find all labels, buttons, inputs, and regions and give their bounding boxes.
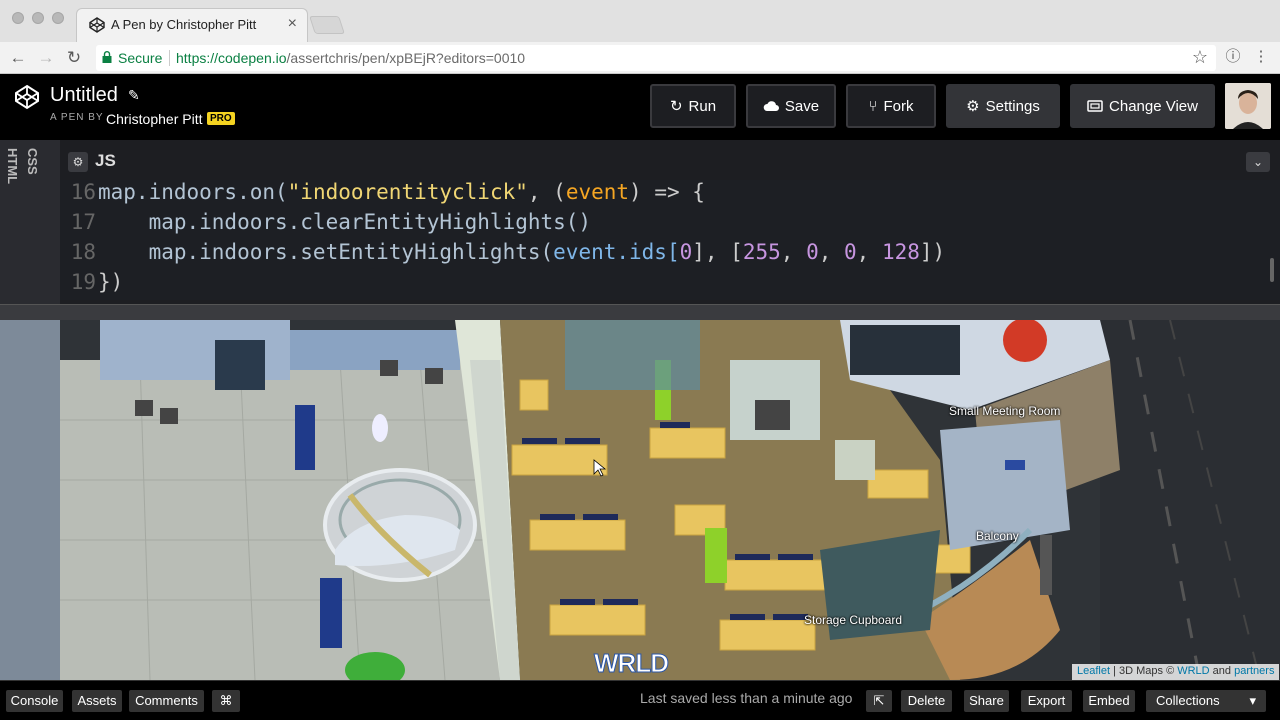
address-bar: ← → ↻ Secure https://codepen.io/assertch… [0, 42, 1280, 74]
editor-resize-handle[interactable] [0, 304, 1280, 320]
embed-button[interactable]: Embed [1083, 690, 1135, 712]
js-panel-title: JS [95, 151, 116, 170]
change-view-button-label: Change View [1109, 97, 1198, 115]
back-icon[interactable]: ← [6, 46, 30, 70]
console-button[interactable]: Console [6, 690, 63, 712]
codepen-footer: Console Assets Comments ⌘ Last saved les… [0, 680, 1280, 720]
code-line: 17 map.indoors.clearEntityHighlights() [70, 210, 592, 234]
save-button-label: Save [784, 97, 820, 115]
edit-title-pencil-icon[interactable]: ✎ [128, 87, 140, 104]
fork-icon: ⑂ [868, 97, 878, 115]
run-button[interactable]: ↻ Run [650, 84, 736, 128]
assets-button[interactable]: Assets [72, 690, 122, 712]
share-button[interactable]: Share [964, 690, 1009, 712]
avatar[interactable] [1225, 83, 1271, 129]
lock-icon [102, 51, 112, 63]
label-storage-cupboard: Storage Cupboard [804, 613, 903, 627]
js-code-editor[interactable]: 16map.indoors.on("indoorentityclick", (e… [60, 180, 1280, 300]
url-text: https://codepen.io/assertchris/pen/xpBEj… [176, 50, 526, 66]
tab-close-icon[interactable]: × [288, 15, 297, 33]
bookmark-star-icon[interactable]: ☆ [1192, 47, 1208, 68]
url-divider [169, 50, 170, 66]
map-attribution: Leaflet | 3D Maps © WRLD and partners [1072, 664, 1280, 680]
reload-icon[interactable]: ↻ [62, 46, 86, 70]
collections-label: Collections [1156, 693, 1220, 708]
run-refresh-icon: ↻ [669, 98, 683, 115]
tab-title: A Pen by Christopher Pitt [111, 17, 257, 32]
fork-button[interactable]: ⑂ Fork [846, 84, 936, 128]
comments-button[interactable]: Comments [129, 690, 204, 712]
author-name[interactable]: Christopher Pitt [106, 111, 202, 127]
panel-options-chevron-icon[interactable]: ⌄ [1246, 152, 1270, 172]
code-line: 19}) [70, 270, 124, 294]
map-preview[interactable]: Small Meeting Room Balcony Storage Cupbo… [0, 320, 1280, 680]
open-external-icon[interactable]: ⇱ [866, 690, 892, 712]
collapsed-editor-tabs: HTML CSS [0, 140, 60, 304]
label-small-meeting-room: Small Meeting Room [949, 404, 1061, 418]
settings-button[interactable]: ⚙ Settings [946, 84, 1060, 128]
browser-menu-icon[interactable]: ⋮ [1250, 46, 1272, 68]
partners-link[interactable]: partners [1234, 665, 1274, 677]
browser-tab-bar: A Pen by Christopher Pitt × [0, 0, 1280, 42]
minimize-window-button[interactable] [32, 12, 44, 24]
editor-scrollbar[interactable] [1270, 258, 1274, 282]
run-button-label: Run [688, 97, 717, 115]
info-icon[interactable]: ⓘ [1222, 46, 1244, 68]
user-avatar-image [1225, 83, 1271, 129]
delete-button[interactable]: Delete [901, 690, 952, 712]
codepen-logo-icon[interactable] [14, 84, 40, 110]
gear-icon: ⚙ [966, 98, 980, 115]
indoor-map-render[interactable] [0, 320, 1280, 680]
save-status: Last saved less than a minute ago [640, 690, 853, 706]
zoom-window-button[interactable] [52, 12, 64, 24]
fork-button-label: Fork [883, 97, 914, 115]
codepen-header: Untitled ✎ A PEN BY Christopher Pitt PRO… [0, 74, 1280, 140]
chevron-down-icon: ▾ [1249, 693, 1256, 708]
new-tab-button[interactable] [309, 16, 345, 34]
view-icon [1087, 100, 1103, 112]
tab-html[interactable]: HTML [2, 148, 20, 208]
url-field[interactable]: Secure https://codepen.io/assertchris/pe… [96, 45, 1216, 71]
keyboard-shortcuts-icon[interactable]: ⌘ [212, 690, 240, 712]
browser-tab[interactable]: A Pen by Christopher Pitt × [76, 8, 308, 42]
code-editor-area: HTML CSS ⚙ JS ⌄ 16map.indoors.on("indoor… [0, 140, 1280, 304]
js-settings-gear-icon[interactable]: ⚙ [68, 152, 88, 172]
save-button[interactable]: Save [746, 84, 836, 128]
js-panel-header: ⚙ JS ⌄ [60, 148, 1280, 176]
codepen-favicon-icon [89, 17, 105, 33]
collections-dropdown[interactable]: Collections ▾ [1146, 690, 1266, 712]
wrld-link[interactable]: WRLD [1177, 665, 1209, 677]
tab-css[interactable]: CSS [22, 148, 40, 208]
pen-by-label: A PEN BY [50, 112, 104, 123]
change-view-button[interactable]: Change View [1070, 84, 1215, 128]
label-balcony: Balcony [976, 529, 1019, 543]
forward-icon[interactable]: → [34, 46, 58, 70]
wrld-logo: WRLD [594, 648, 670, 679]
pen-title[interactable]: Untitled [50, 84, 118, 107]
leaflet-link[interactable]: Leaflet [1077, 665, 1110, 677]
settings-button-label: Settings [985, 97, 1040, 115]
code-line: 16map.indoors.on("indoorentityclick", (e… [70, 180, 705, 204]
close-window-button[interactable] [12, 12, 24, 24]
export-button[interactable]: Export [1021, 690, 1072, 712]
cloud-icon [763, 101, 779, 111]
pro-badge: PRO [207, 112, 235, 125]
secure-label: Secure [118, 50, 163, 66]
code-line: 18 map.indoors.setEntityHighlights(event… [70, 240, 946, 264]
